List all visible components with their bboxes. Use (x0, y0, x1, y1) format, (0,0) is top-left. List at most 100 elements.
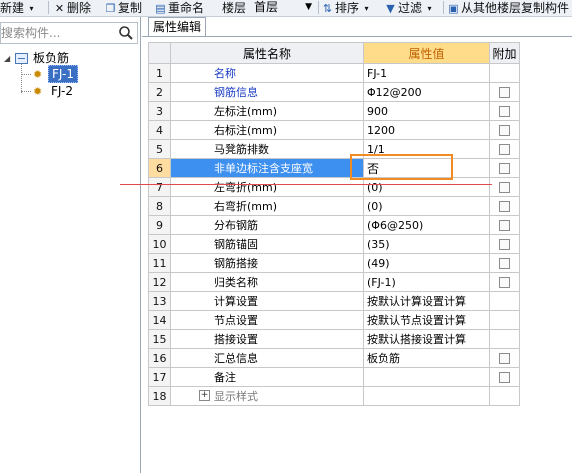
tree-connector (21, 64, 23, 93)
property-row[interactable]: 15 搭接设置 按默认搭接设置计算 (148, 329, 520, 349)
property-row[interactable]: 5 马凳筋排数 1/1 (148, 139, 520, 159)
row-number: 6 (148, 158, 171, 178)
extra-cell (489, 82, 520, 102)
row-number: 12 (148, 272, 171, 292)
property-name: 左标注(mm) (170, 101, 364, 121)
tree-root-node[interactable]: 板负筋 (15, 50, 69, 66)
extra-checkbox[interactable] (499, 106, 510, 117)
search-input[interactable] (1, 24, 111, 42)
property-row[interactable]: 8 右弯折(mm) (0) (148, 196, 520, 216)
property-value-cell[interactable]: 按默认计算设置计算 (363, 291, 490, 311)
copy-from-floor-button[interactable]: ▣ 从其他楼层复制构件 (448, 0, 569, 16)
property-value-cell[interactable]: 板负筋 (363, 348, 490, 368)
extra-checkbox[interactable] (499, 144, 510, 155)
extra-cell (489, 177, 520, 197)
property-row[interactable]: 12 归类名称 (FJ-1) (148, 272, 520, 292)
row-number: 7 (148, 177, 171, 197)
dropdown-arrow-icon: ▾ (427, 3, 432, 13)
gear-icon: ✹ (33, 84, 43, 98)
extra-checkbox[interactable] (499, 372, 510, 383)
extra-cell (489, 63, 520, 83)
extra-checkbox[interactable] (499, 125, 510, 136)
property-value-cell[interactable] (363, 367, 490, 387)
extra-cell (489, 272, 520, 292)
toolbar: 新建 ▾ ✕ 删除 ❐ 复制 ▤ 重命名 楼层 首层 ▼ ⇅ 排序 ▾ ▼ 过滤… (0, 0, 572, 17)
property-row[interactable]: 1 名称 FJ-1 (148, 63, 520, 83)
property-value-cell[interactable]: (FJ-1) (363, 272, 490, 292)
chevron-down-icon: ▼ (305, 2, 312, 12)
search-box (0, 22, 138, 44)
property-row[interactable]: 2 钢筋信息 Φ12@200 (148, 82, 520, 102)
row-number: 3 (148, 101, 171, 121)
property-value-cell[interactable]: (49) (363, 253, 490, 273)
extra-checkbox[interactable] (499, 182, 510, 193)
row-number: 14 (148, 310, 171, 330)
property-row[interactable]: 3 左标注(mm) 900 (148, 101, 520, 121)
property-row[interactable]: 9 分布钢筋 (Φ6@250) (148, 215, 520, 235)
sort-button[interactable]: ⇅ 排序 ▾ (322, 0, 372, 16)
property-name: 名称 (170, 63, 364, 83)
property-value-cell[interactable]: (Φ6@250) (363, 215, 490, 235)
property-value-cell[interactable]: 按默认搭接设置计算 (363, 329, 490, 349)
highlight-annotation-box (350, 154, 453, 180)
extra-checkbox[interactable] (499, 220, 510, 231)
delete-button[interactable]: ✕ 删除 (54, 0, 91, 16)
row-number: 10 (148, 234, 171, 254)
property-value-cell[interactable]: (0) (363, 196, 490, 216)
copy-from-floor-label: 从其他楼层复制构件 (461, 1, 570, 15)
extra-checkbox[interactable] (499, 239, 510, 250)
new-label: 新建 (0, 1, 25, 15)
extra-checkbox[interactable] (499, 201, 510, 212)
extra-cell (489, 348, 520, 368)
tree-collapse-toggle[interactable]: ◢ (4, 54, 13, 63)
tree-item-fj1[interactable]: ✹ FJ-1 (33, 65, 78, 83)
copy-button[interactable]: ❐ 复制 (105, 0, 142, 16)
tree-item-label: FJ-1 (48, 65, 78, 83)
property-value-header[interactable]: 属性值 (363, 42, 490, 64)
property-value-cell[interactable]: (0) (363, 177, 490, 197)
property-row[interactable]: 4 右标注(mm) 1200 (148, 120, 520, 140)
annotation-underline (120, 184, 492, 185)
property-value-cell[interactable]: 按默认节点设置计算 (363, 310, 490, 330)
rename-button[interactable]: ▤ 重命名 (155, 0, 204, 16)
filter-button[interactable]: ▼ 过滤 ▾ (385, 0, 435, 16)
extra-checkbox[interactable] (499, 258, 510, 269)
property-row[interactable]: 14 节点设置 按默认节点设置计算 (148, 310, 520, 330)
search-icon[interactable] (118, 25, 134, 41)
extra-header[interactable]: 附加 (489, 42, 520, 64)
floor-select-value: 首层 (254, 0, 279, 14)
property-value-cell[interactable]: 900 (363, 101, 490, 121)
extra-cell (489, 215, 520, 235)
property-value-cell[interactable]: Φ12@200 (363, 82, 490, 102)
floor-label-text: 楼层 (222, 1, 247, 15)
property-value-cell[interactable] (363, 386, 490, 406)
tab-property-edit[interactable]: 属性编辑 (148, 17, 207, 37)
dropdown-arrow-icon: ▾ (29, 3, 34, 13)
extra-checkbox[interactable] (499, 87, 510, 98)
extra-cell (489, 120, 520, 140)
property-value-cell[interactable]: FJ-1 (363, 63, 490, 83)
property-value-cell[interactable]: 1200 (363, 120, 490, 140)
property-name-header[interactable]: 属性名称 (170, 42, 364, 64)
property-row[interactable]: 18 + 显示样式 (148, 386, 520, 406)
new-button[interactable]: 新建 ▾ (0, 0, 37, 16)
property-row[interactable]: 7 左弯折(mm) (0) (148, 177, 520, 197)
extra-checkbox[interactable] (499, 277, 510, 288)
floor-select[interactable]: 首层 ▼ (254, 0, 314, 15)
extra-cell (489, 310, 520, 330)
property-name: 马凳筋排数 (170, 139, 364, 159)
property-row[interactable]: 17 备注 (148, 367, 520, 387)
extra-checkbox[interactable] (499, 163, 510, 174)
property-row[interactable]: 6 非单边标注含支座宽否 (148, 158, 520, 178)
gear-icon: ✹ (33, 67, 43, 81)
property-row[interactable]: 11 钢筋搭接 (49) (148, 253, 520, 273)
property-row[interactable]: 10 钢筋锚固 (35) (148, 234, 520, 254)
expand-plus-icon[interactable]: + (199, 390, 210, 401)
property-value-cell[interactable]: (35) (363, 234, 490, 254)
tree-item-fj2[interactable]: ✹ FJ-2 (33, 83, 76, 99)
property-name: 归类名称 (170, 272, 364, 292)
property-row[interactable]: 16 汇总信息 板负筋 (148, 348, 520, 368)
property-row[interactable]: 13 计算设置 按默认计算设置计算 (148, 291, 520, 311)
property-name: 搭接设置 (170, 329, 364, 349)
extra-checkbox[interactable] (499, 353, 510, 364)
